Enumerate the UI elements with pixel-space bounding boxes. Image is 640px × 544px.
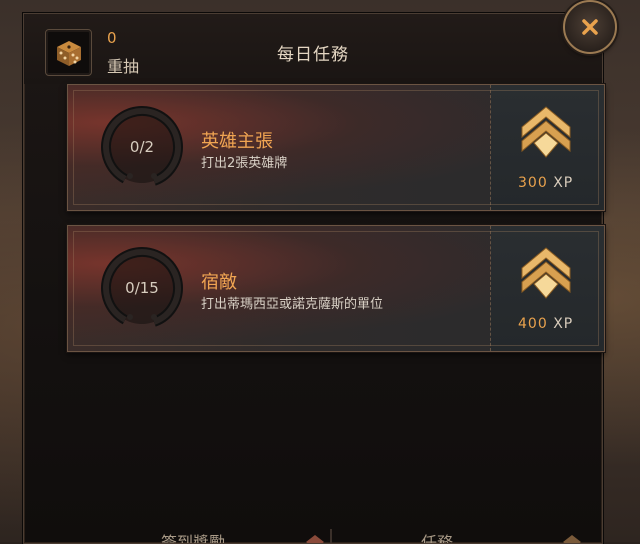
quest-title: 英雄主張 bbox=[201, 131, 273, 152]
tab-login-rewards[interactable]: 簽到獎勵 bbox=[161, 529, 225, 543]
modal-title: 每日任務 bbox=[277, 45, 349, 65]
daily-quests-modal: 0 重抽 每日任務 0/2 英雄主張 打出2張英雄牌 300 XP 0/15 宿… bbox=[23, 13, 605, 544]
close-button[interactable] bbox=[563, 0, 617, 54]
close-icon bbox=[582, 19, 598, 35]
xp-unit: XP bbox=[553, 175, 574, 191]
quest-card-1[interactable]: 0/2 英雄主張 打出2張英雄牌 300 XP bbox=[67, 84, 605, 211]
card-divider bbox=[490, 85, 491, 210]
xp-amount: 400 bbox=[518, 316, 548, 332]
quest-card-2[interactable]: 0/15 宿敵 打出蒂瑪西亞或諾克薩斯的單位 400 XP bbox=[67, 225, 605, 352]
card-divider bbox=[490, 226, 491, 351]
quest-title: 宿敵 bbox=[201, 272, 237, 293]
xp-amount: 300 bbox=[518, 175, 548, 191]
quest-progress: 0/2 bbox=[129, 138, 155, 156]
chevron-rank-icon bbox=[521, 247, 571, 299]
tab-quests[interactable]: 任務 bbox=[421, 529, 453, 543]
quest-description: 打出蒂瑪西亞或諾克薩斯的單位 bbox=[201, 297, 384, 312]
xp-unit: XP bbox=[553, 316, 574, 332]
chevron-rank-icon bbox=[521, 106, 571, 158]
bottom-tab-bar: 簽到獎勵 任務 bbox=[24, 529, 602, 543]
modal-header: 0 重抽 每日任務 bbox=[24, 14, 602, 84]
tab-divider bbox=[330, 529, 332, 543]
quest-progress: 0/15 bbox=[125, 279, 159, 297]
xp-reward: 300 XP bbox=[518, 175, 573, 191]
quest-description: 打出2張英雄牌 bbox=[201, 156, 288, 171]
xp-reward: 400 XP bbox=[518, 316, 573, 332]
